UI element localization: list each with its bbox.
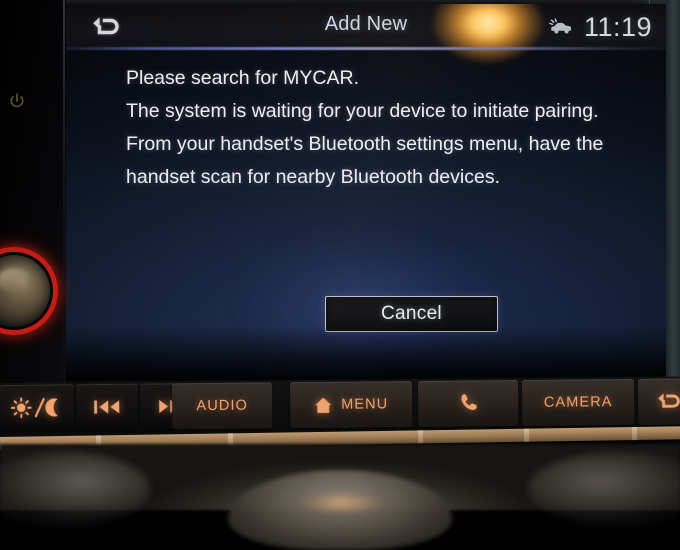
sun-moon-icon xyxy=(10,397,58,419)
car-sensor-icon xyxy=(549,18,572,34)
back-arrow-icon xyxy=(658,393,680,408)
message-line-2: The system is waiting for your device to… xyxy=(126,100,604,188)
bezel-left-highlight xyxy=(63,0,65,388)
cancel-button-label: Cancel xyxy=(381,303,442,324)
clock: 11:19 xyxy=(583,11,652,42)
volume-knob-ring-light xyxy=(0,247,58,335)
back-button[interactable] xyxy=(637,378,680,425)
camera-button[interactable]: CAMERA xyxy=(521,378,635,426)
lower-dash-left-highlight xyxy=(0,452,150,526)
trim-notch xyxy=(631,426,638,441)
day-night-button[interactable] xyxy=(0,384,75,431)
prev-track-icon xyxy=(94,400,120,414)
screen-header: Add New 11:19 xyxy=(66,4,666,62)
lower-dash-glint xyxy=(300,492,384,514)
phone-handset-icon xyxy=(461,394,477,410)
header-status-group: 11:19 xyxy=(549,9,652,45)
bezel-right xyxy=(666,0,680,388)
power-icon xyxy=(10,93,24,108)
audio-button-label: AUDIO xyxy=(196,397,249,415)
home-icon xyxy=(314,397,332,413)
track-prev-button[interactable] xyxy=(76,383,139,431)
menu-button[interactable]: MENU xyxy=(290,381,413,429)
lower-dash-right-highlight xyxy=(528,452,680,526)
infotainment-screen: Add New 11:19 Please search for MYCAR. T… xyxy=(66,4,666,380)
camera-button-label: CAMERA xyxy=(543,394,613,411)
volume-knob[interactable] xyxy=(0,247,58,335)
message-line-1: Please search for MYCAR. xyxy=(126,67,360,89)
trim-notch xyxy=(523,428,530,442)
pairing-message: Please search for MYCAR. The system is w… xyxy=(126,62,626,194)
screen-bottom-shadow xyxy=(66,326,666,380)
phone-button[interactable] xyxy=(417,380,519,427)
cancel-button[interactable]: Cancel xyxy=(325,296,498,332)
menu-button-label: MENU xyxy=(341,396,389,413)
trim-notch xyxy=(417,430,424,444)
header-divider xyxy=(66,47,666,50)
audio-button[interactable]: AUDIO xyxy=(172,382,273,430)
dashboard-photo: Add New 11:19 Please search for MYCAR. T… xyxy=(0,0,680,550)
